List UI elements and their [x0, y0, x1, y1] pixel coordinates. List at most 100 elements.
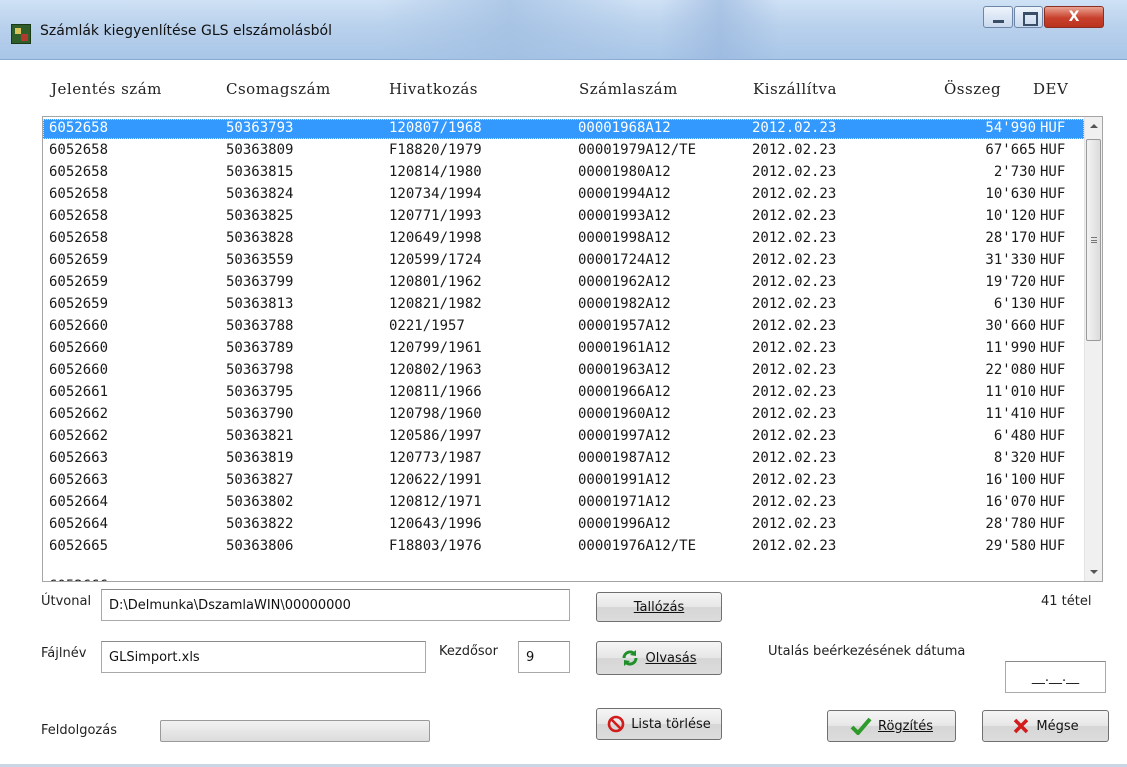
cell-currency: HUF — [1040, 428, 1066, 444]
cell-reference: 120807/1968 — [389, 120, 482, 136]
progress-label: Feldolgozás — [41, 723, 117, 738]
processing-progress-bar — [160, 720, 430, 742]
cell-amount: 67'665 — [985, 142, 1036, 158]
table-row[interactable]: 6052658 50363824 120734/1994 00001994A12 201… — [43, 185, 1084, 205]
scroll-down-arrow-icon[interactable] — [1085, 563, 1102, 581]
cell-invoice-number: 00001961A12 — [578, 340, 671, 356]
save-button-label: Rögzítés — [878, 718, 933, 734]
clear-list-button[interactable]: Lista törlése — [596, 708, 722, 740]
cell-delivery-date: 2012.02.23 — [752, 318, 837, 334]
cell-reference: 0221/1957 — [389, 318, 465, 334]
start-row-input[interactable]: 9 — [518, 641, 570, 673]
cell-package-number: 50363809 — [226, 142, 294, 158]
scroll-up-arrow-icon[interactable] — [1085, 117, 1102, 135]
cell-amount: 22'080 — [985, 362, 1036, 378]
vertical-scrollbar[interactable] — [1084, 117, 1102, 581]
cell-invoice-number: 00001966A12 — [578, 384, 671, 400]
cell-invoice-number: 00001991A12 — [578, 472, 671, 488]
table-row[interactable]: 6052658 50363825 120771/1993 00001993A12 201… — [43, 207, 1084, 227]
cell-package-number: 50363828 — [226, 230, 294, 246]
cell-report-number: 6052660 — [49, 318, 109, 334]
table-row[interactable]: 6052662 50363821 120586/1997 00001997A12 201… — [43, 427, 1084, 447]
table-row[interactable]: 6052664 50363802 120812/1971 00001971A12 201… — [43, 493, 1084, 513]
table-row[interactable]: 6052662 50363790 120798/1960 00001960A12 201… — [43, 405, 1084, 425]
table-row[interactable]: 6052659 50363799 120801/1962 00001962A12 201… — [43, 273, 1084, 293]
table-row[interactable]: 6052659 50363813 120821/1982 00001982A12 201… — [43, 295, 1084, 315]
cell-report-number: 6052660 — [49, 340, 109, 356]
cell-amount: 16'070 — [985, 494, 1036, 510]
cell-delivery-date: 2012.02.23 — [752, 296, 837, 312]
cell-package-number: 50363819 — [226, 450, 294, 466]
table-row[interactable]: 6052658 50363809 F18820/1979 00001979A12/TE… — [43, 141, 1084, 161]
cell-reference: F18803/1976 — [389, 538, 482, 554]
cell-reference: 120802/1963 — [389, 362, 482, 378]
cell-delivery-date: 2012.02.23 — [752, 538, 837, 554]
scroll-thumb[interactable] — [1086, 139, 1101, 341]
file-name-input[interactable]: GLSimport.xls — [101, 641, 426, 673]
cell-package-number: 50363824 — [226, 186, 294, 202]
title-bar[interactable]: Számlák kiegyenlítése GLS elszámolásból … — [0, 0, 1127, 60]
cell-reference: 120811/1966 — [389, 384, 482, 400]
partial-row-text: 6052666 — [49, 578, 108, 581]
cell-currency: HUF — [1040, 186, 1066, 202]
cell-currency: HUF — [1040, 538, 1066, 554]
save-button[interactable]: Rögzítés — [827, 710, 956, 742]
table-row[interactable]: 6052665 50363806 F18803/1976 00001976A12/TE… — [43, 537, 1084, 557]
table-row-partial[interactable]: 6052666 — [43, 577, 1084, 581]
cell-report-number: 6052662 — [49, 428, 109, 444]
table-row[interactable]: 6052660 50363788 0221/1957 00001957A12 2012.… — [43, 317, 1084, 337]
table-row[interactable]: 6052660 50363798 120802/1963 00001963A12 201… — [43, 361, 1084, 381]
cell-invoice-number: 00001724A12 — [578, 252, 671, 268]
cell-amount: 29'580 — [985, 538, 1036, 554]
cell-currency: HUF — [1040, 472, 1066, 488]
cell-invoice-number: 00001998A12 — [578, 230, 671, 246]
table-row[interactable]: 6052664 50363822 120643/1996 00001996A12 201… — [43, 515, 1084, 535]
table-row[interactable]: 6052660 50363789 120799/1961 00001961A12 201… — [43, 339, 1084, 359]
path-input[interactable]: D:\Delmunka\DszamlaWIN\00000000 — [101, 589, 570, 621]
cell-currency: HUF — [1040, 230, 1066, 246]
table-row[interactable]: 6052663 50363827 120622/1991 00001991A12 201… — [43, 471, 1084, 491]
cell-delivery-date: 2012.02.23 — [752, 472, 837, 488]
table-row[interactable]: 6052658 50363828 120649/1998 00001998A12 201… — [43, 229, 1084, 249]
app-icon[interactable] — [11, 24, 31, 44]
cell-invoice-number: 00001987A12 — [578, 450, 671, 466]
table-row[interactable]: 6052661 50363795 120811/1966 00001966A12 201… — [43, 383, 1084, 403]
browse-button[interactable]: Tallózás — [596, 592, 722, 622]
cell-report-number: 6052660 — [49, 362, 109, 378]
cell-package-number: 50363815 — [226, 164, 294, 180]
transfer-date-input[interactable]: __.__.__ — [1005, 661, 1106, 693]
read-button[interactable]: Olvasás — [596, 641, 722, 675]
cell-reference: 120586/1997 — [389, 428, 482, 444]
cell-package-number: 50363806 — [226, 538, 294, 554]
cell-reference: 120821/1982 — [389, 296, 482, 312]
cell-currency: HUF — [1040, 516, 1066, 532]
cancel-button[interactable]: Mégse — [982, 710, 1109, 742]
table-row[interactable]: 6052663 50363819 120773/1987 00001987A12 201… — [43, 449, 1084, 469]
cell-report-number: 6052662 — [49, 406, 109, 422]
cell-delivery-date: 2012.02.23 — [752, 428, 837, 444]
refresh-icon — [622, 650, 638, 666]
cell-currency: HUF — [1040, 340, 1066, 356]
table-row[interactable]: 6052658 50363793 120807/1968 00001968A12 201… — [43, 119, 1084, 139]
table-row[interactable]: 6052658 50363815 120814/1980 00001980A12 201… — [43, 163, 1084, 183]
maximize-button[interactable] — [1014, 6, 1043, 28]
cell-package-number: 50363825 — [226, 208, 294, 224]
cell-reference: F18820/1979 — [389, 142, 482, 158]
cell-amount: 28'780 — [985, 516, 1036, 532]
table-row[interactable]: 6052659 50363559 120599/1724 00001724A12 201… — [43, 251, 1084, 271]
invoice-list[interactable]: 6052658 50363793 120807/1968 00001968A12 201… — [42, 116, 1103, 582]
cell-currency: HUF — [1040, 406, 1066, 422]
close-button[interactable]: X — [1044, 6, 1104, 28]
cell-amount: 19'720 — [985, 274, 1036, 290]
cell-currency: HUF — [1040, 208, 1066, 224]
checkmark-icon — [850, 717, 872, 735]
cell-currency: HUF — [1040, 164, 1066, 180]
cell-amount: 31'330 — [985, 252, 1036, 268]
cell-reference: 120599/1724 — [389, 252, 482, 268]
x-icon — [1014, 718, 1029, 734]
cell-invoice-number: 00001968A12 — [578, 120, 671, 136]
cell-delivery-date: 2012.02.23 — [752, 142, 837, 158]
cell-report-number: 6052659 — [49, 296, 109, 312]
cell-delivery-date: 2012.02.23 — [752, 494, 837, 510]
minimize-button[interactable] — [983, 6, 1013, 28]
